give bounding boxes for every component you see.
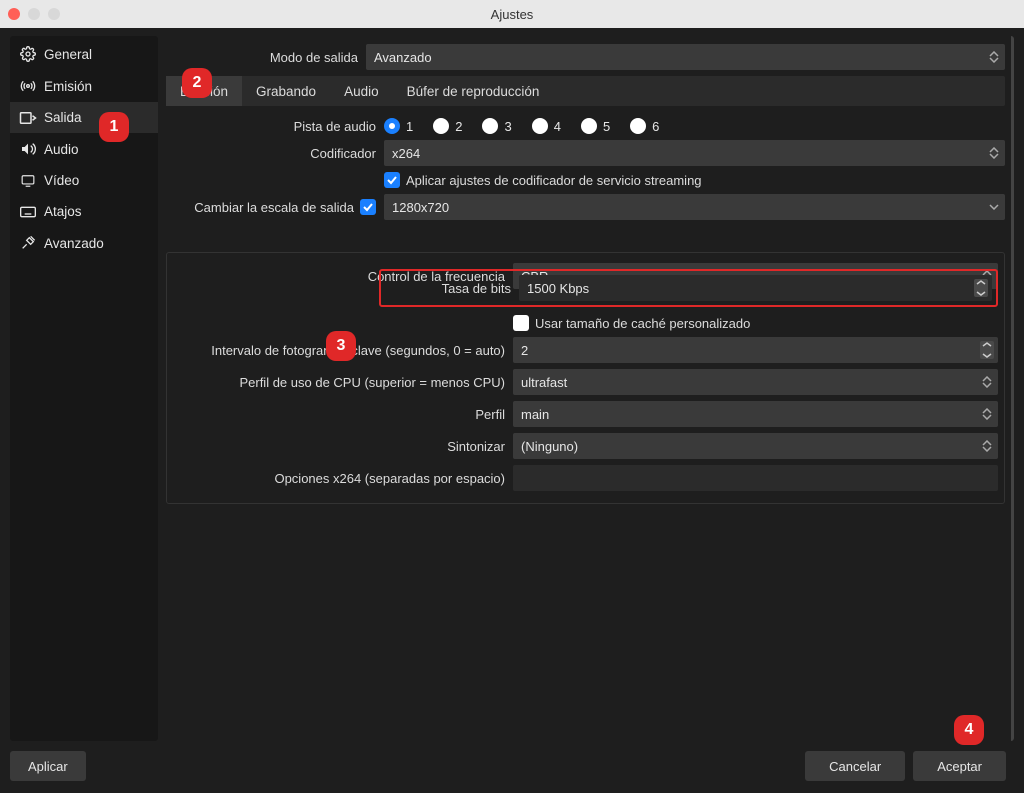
x264opts-label: Opciones x264 (separadas por espacio) — [173, 471, 513, 486]
marker-1: 1 — [99, 112, 129, 142]
marker-2: 2 — [182, 68, 212, 98]
bitrate-highlight: Tasa de bits 1500 Kbps — [379, 269, 998, 307]
audio-track-5[interactable]: 5 — [581, 118, 610, 134]
spinner-icon[interactable] — [974, 279, 988, 297]
cpu-preset-select[interactable]: ultrafast — [513, 369, 998, 395]
dialog-button-bar: Aplicar Cancelar Aceptar — [10, 751, 1006, 781]
marker-4: 4 — [954, 715, 984, 745]
audio-track-6[interactable]: 6 — [630, 118, 659, 134]
check-icon — [384, 172, 400, 188]
rescale-value: 1280x720 — [392, 200, 449, 215]
sidebar-item-emision[interactable]: Emisión — [10, 70, 158, 102]
maximize-window-button[interactable] — [48, 8, 60, 20]
spinner-icon[interactable] — [980, 341, 994, 359]
settings-panel: Modo de salida Avanzado Emisión Grabando… — [166, 36, 1014, 741]
audio-track-2[interactable]: 2 — [433, 118, 462, 134]
cancel-button[interactable]: Cancelar — [805, 751, 905, 781]
minimize-window-button[interactable] — [28, 8, 40, 20]
rescale-label: Cambiar la escala de salida — [194, 200, 354, 215]
encoder-value: x264 — [392, 146, 420, 161]
sidebar-item-audio[interactable]: Audio — [10, 133, 158, 165]
tools-icon — [18, 235, 38, 251]
apply-button[interactable]: Aplicar — [10, 751, 86, 781]
bitrate-value: 1500 Kbps — [527, 281, 589, 296]
bitrate-input[interactable]: 1500 Kbps — [519, 275, 992, 301]
sidebar-item-atajos[interactable]: Atajos — [10, 196, 158, 227]
sidebar-label: Salida — [44, 110, 82, 125]
radio-icon — [384, 118, 400, 134]
updown-icon — [987, 144, 1001, 162]
sidebar-label: Emisión — [44, 79, 92, 94]
updown-icon — [980, 437, 994, 455]
tab-audio[interactable]: Audio — [330, 76, 393, 106]
encoder-settings-box: Control de la frecuencia CBR — [166, 252, 1005, 504]
speaker-icon — [18, 141, 38, 157]
sidebar-item-general[interactable]: General — [10, 38, 158, 70]
keyframe-value: 2 — [521, 343, 528, 358]
gear-icon — [18, 46, 38, 62]
sidebar-label: Vídeo — [44, 173, 79, 188]
sidebar-label: General — [44, 47, 92, 62]
audio-track-label: Pista de audio — [166, 119, 384, 134]
bitrate-label: Tasa de bits — [385, 281, 519, 296]
check-icon — [513, 315, 529, 331]
keyframe-input[interactable]: 2 — [513, 337, 998, 363]
window-controls — [8, 8, 60, 20]
ok-button[interactable]: Aceptar — [913, 751, 1006, 781]
settings-sidebar: General Emisión Salida Audio — [10, 36, 158, 741]
output-mode-value: Avanzado — [374, 50, 432, 65]
enforce-streaming-label: Aplicar ajustes de codificador de servic… — [406, 173, 702, 188]
x264opts-input[interactable] — [513, 465, 998, 491]
audio-track-4[interactable]: 4 — [532, 118, 561, 134]
rescale-checkbox[interactable] — [360, 199, 376, 215]
output-tabs: Emisión Grabando Audio Búfer de reproduc… — [166, 76, 1005, 106]
updown-icon — [980, 373, 994, 391]
cpu-preset-value: ultrafast — [521, 375, 567, 390]
audio-track-3[interactable]: 3 — [482, 118, 511, 134]
sidebar-label: Audio — [44, 142, 79, 157]
radio-icon — [581, 118, 597, 134]
sidebar-item-salida[interactable]: Salida — [10, 102, 158, 133]
window-title: Ajustes — [491, 7, 534, 22]
profile-value: main — [521, 407, 549, 422]
output-mode-select[interactable]: Avanzado — [366, 44, 1005, 70]
window-titlebar: Ajustes — [0, 0, 1024, 28]
output-icon — [18, 111, 38, 125]
marker-3: 3 — [326, 331, 356, 361]
chevron-down-icon — [987, 198, 1001, 216]
custom-buffer-label: Usar tamaño de caché personalizado — [535, 316, 750, 331]
tune-label: Sintonizar — [173, 439, 513, 454]
enforce-streaming-checkbox[interactable]: Aplicar ajustes de codificador de servic… — [384, 172, 702, 188]
encoder-select[interactable]: x264 — [384, 140, 1005, 166]
profile-select[interactable]: main — [513, 401, 998, 427]
tune-value: (Ninguno) — [521, 439, 578, 454]
custom-buffer-checkbox[interactable]: Usar tamaño de caché personalizado — [513, 315, 750, 331]
audio-track-radios: 1 2 3 4 5 6 — [384, 118, 659, 134]
monitor-icon — [18, 174, 38, 188]
antenna-icon — [18, 78, 38, 94]
updown-icon — [987, 48, 1001, 66]
close-window-button[interactable] — [8, 8, 20, 20]
profile-label: Perfil — [173, 407, 513, 422]
cpu-preset-label: Perfil de uso de CPU (superior = menos C… — [173, 375, 513, 390]
audio-track-1[interactable]: 1 — [384, 118, 413, 134]
tab-bufer[interactable]: Búfer de reproducción — [393, 76, 554, 106]
output-mode-label: Modo de salida — [166, 50, 366, 65]
radio-icon — [482, 118, 498, 134]
updown-icon — [980, 405, 994, 423]
sidebar-label: Atajos — [44, 204, 82, 219]
radio-icon — [433, 118, 449, 134]
keyboard-icon — [18, 206, 38, 218]
sidebar-label: Avanzado — [44, 236, 104, 251]
rescale-select[interactable]: 1280x720 — [384, 194, 1005, 220]
radio-icon — [630, 118, 646, 134]
radio-icon — [532, 118, 548, 134]
encoder-label: Codificador — [166, 146, 384, 161]
tab-grabando[interactable]: Grabando — [242, 76, 330, 106]
sidebar-item-avanzado[interactable]: Avanzado — [10, 227, 158, 259]
sidebar-item-video[interactable]: Vídeo — [10, 165, 158, 196]
tune-select[interactable]: (Ninguno) — [513, 433, 998, 459]
